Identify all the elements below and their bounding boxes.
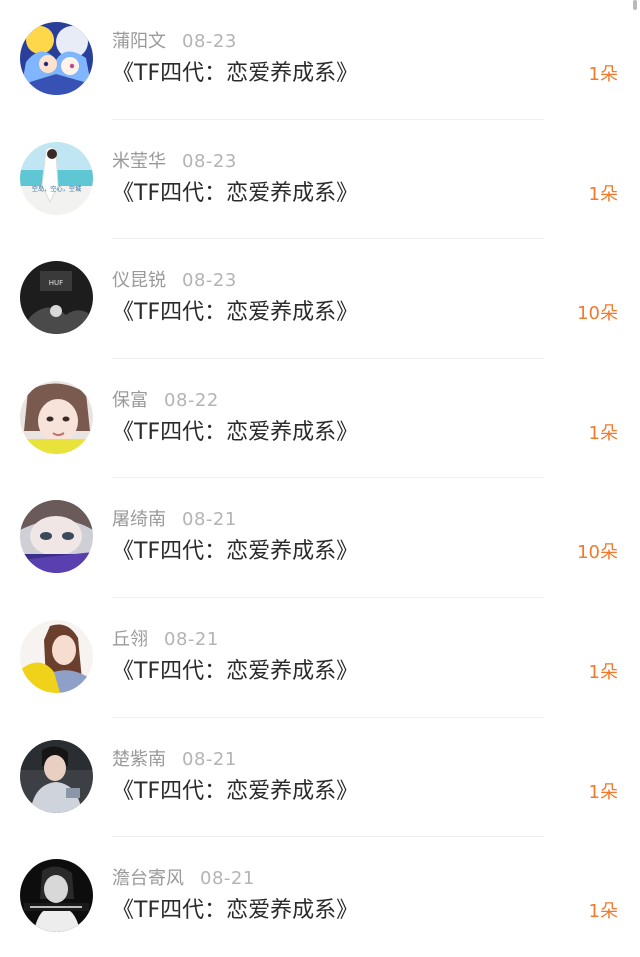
user-name: 楚紫南 xyxy=(112,748,166,770)
item-title: 《TF四代：恋爱养成系》 xyxy=(112,539,359,565)
gift-list: 蒲阳文 08-23 《TF四代：恋爱养成系》 1朵 空岛，空心，空城 米莹华 08-… xyxy=(0,0,640,957)
avatar-caption: HUF xyxy=(49,279,63,287)
item-title: 《TF四代：恋爱养成系》 xyxy=(112,898,359,924)
item-meta: 保富 08-22 xyxy=(112,390,219,412)
eyes-avatar-icon[interactable] xyxy=(20,500,93,574)
item-date: 08-23 xyxy=(182,270,237,292)
list-item[interactable]: 空岛，空心，空城 米莹华 08-23 《TF四代：恋爱养成系》 1朵 xyxy=(0,120,640,240)
item-date: 08-21 xyxy=(164,628,219,650)
item-date: 08-21 xyxy=(200,868,255,890)
flower-amount: 10朵 xyxy=(577,303,618,325)
user-name: 米莹华 xyxy=(112,150,166,172)
beach-avatar-icon[interactable]: 空岛，空心，空城 xyxy=(20,141,93,215)
item-meta: 楚紫南 08-21 xyxy=(112,749,237,771)
black-white-avatar-icon[interactable] xyxy=(20,859,93,933)
user-name: 蒲阳文 xyxy=(112,31,166,52)
list-item[interactable]: 丘翎 08-21 《TF四代：恋爱养成系》 1朵 xyxy=(0,598,640,718)
list-item[interactable]: HUF 仪昆锐 08-23 《TF四代：恋爱养成系》 10朵 xyxy=(0,239,640,359)
item-title: 《TF四代：恋爱养成系》 xyxy=(112,300,359,326)
dark-avatar-icon[interactable]: HUF xyxy=(20,261,93,335)
item-date: 08-23 xyxy=(182,31,237,52)
flower-amount: 1朵 xyxy=(588,183,618,205)
item-meta: 屠绮南 08-21 xyxy=(112,509,237,531)
flower-amount: 1朵 xyxy=(588,661,618,683)
item-meta: 澹台寄风 08-21 xyxy=(112,868,255,890)
item-date: 08-21 xyxy=(182,748,237,770)
girl-face-avatar-icon[interactable] xyxy=(20,380,93,454)
item-title: 《TF四代：恋爱养成系》 xyxy=(112,61,359,86)
anime-avatar-icon[interactable] xyxy=(20,22,93,95)
flower-amount: 10朵 xyxy=(577,542,618,564)
item-meta: 米莹华 08-23 xyxy=(112,151,237,173)
item-title: 《TF四代：恋爱养成系》 xyxy=(112,778,359,804)
user-name: 丘翎 xyxy=(112,628,148,650)
list-item[interactable]: 蒲阳文 08-23 《TF四代：恋爱养成系》 1朵 xyxy=(0,0,640,120)
flower-amount: 1朵 xyxy=(588,901,618,923)
flower-amount: 1朵 xyxy=(588,422,618,444)
list-item[interactable]: 屠绮南 08-21 《TF四代：恋爱养成系》 10朵 xyxy=(0,478,640,598)
list-item[interactable]: 楚紫南 08-21 《TF四代：恋爱养成系》 1朵 xyxy=(0,718,640,838)
flower-amount: 1朵 xyxy=(588,781,618,803)
item-date: 08-23 xyxy=(182,150,237,172)
item-title: 《TF四代：恋爱养成系》 xyxy=(112,180,359,206)
item-title: 《TF四代：恋爱养成系》 xyxy=(112,658,359,684)
list-item[interactable]: 澹台寄风 08-21 《TF四代：恋爱养成系》 1朵 xyxy=(0,837,640,957)
item-date: 08-22 xyxy=(164,389,219,411)
item-meta: 丘翎 08-21 xyxy=(112,629,219,651)
item-meta: 仪昆锐 08-23 xyxy=(112,270,237,292)
list-item[interactable]: 保富 08-22 《TF四代：恋爱养成系》 1朵 xyxy=(0,359,640,479)
avatar-caption: 空岛，空心，空城 xyxy=(32,185,82,193)
user-name: 仪昆锐 xyxy=(112,270,166,292)
yellow-jacket-avatar-icon[interactable] xyxy=(20,619,93,693)
item-meta: 蒲阳文 08-23 xyxy=(112,31,237,53)
item-title: 《TF四代：恋爱养成系》 xyxy=(112,419,359,445)
user-name: 澹台寄风 xyxy=(112,868,184,890)
flower-amount: 1朵 xyxy=(588,64,618,85)
user-name: 屠绮南 xyxy=(112,509,166,531)
item-date: 08-21 xyxy=(182,509,237,531)
boy-avatar-icon[interactable] xyxy=(20,739,93,813)
user-name: 保富 xyxy=(112,389,148,411)
